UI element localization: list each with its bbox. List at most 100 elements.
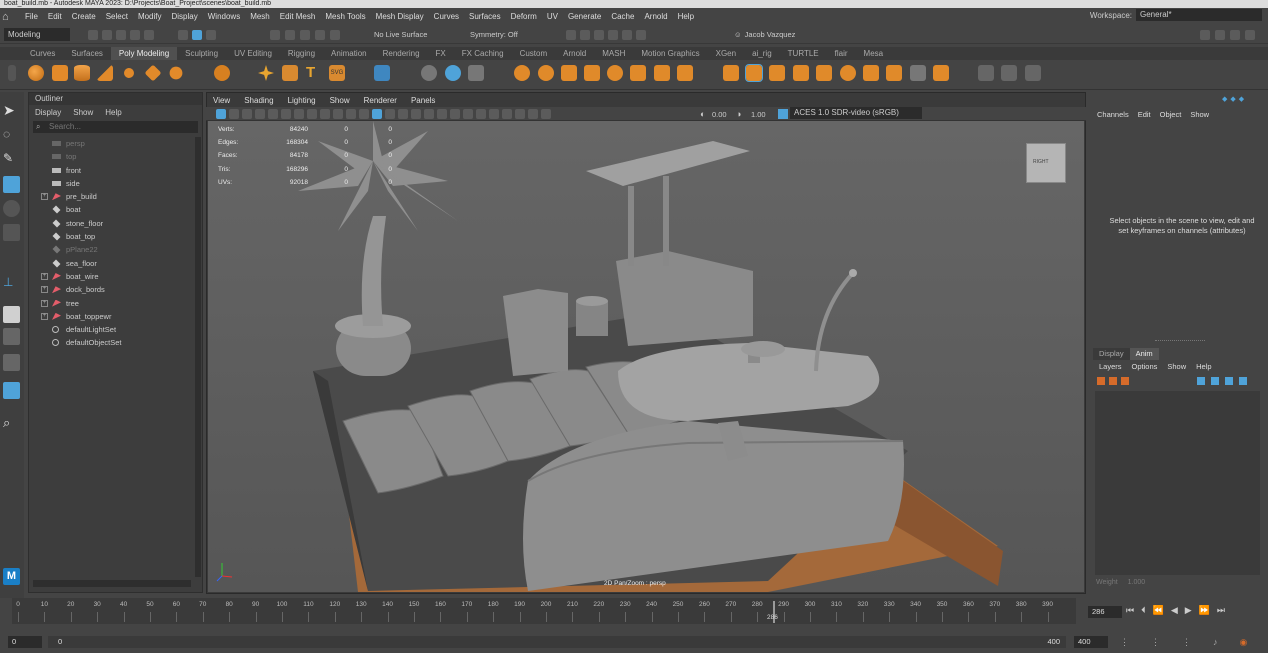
live-surface[interactable]: No Live Surface	[374, 30, 427, 39]
snap-point-icon[interactable]	[300, 30, 310, 40]
hypershade-icon[interactable]	[608, 30, 618, 40]
menu-surfaces[interactable]: Surfaces	[464, 12, 506, 21]
show-menu[interactable]: Show	[1167, 362, 1186, 371]
move-layer-down-icon[interactable]	[1211, 377, 1219, 385]
viewport-menu-lighting[interactable]: Lighting	[281, 96, 323, 105]
outliner-item[interactable]: stone_floor	[29, 217, 202, 230]
poke-icon[interactable]	[933, 65, 949, 81]
shelf-tab-xgen[interactable]: XGen	[708, 47, 744, 60]
render-settings-icon[interactable]	[594, 30, 604, 40]
workspace-selector[interactable]: Workspace: General*	[1090, 9, 1262, 21]
bookmark-icon[interactable]	[242, 109, 252, 119]
shelf-tab-motion-graphics[interactable]: Motion Graphics	[633, 47, 707, 60]
shelf-tab-rendering[interactable]: Rendering	[375, 47, 428, 60]
sculpt-brush-icon[interactable]	[978, 65, 994, 81]
object-mode-icon[interactable]	[192, 30, 202, 40]
move-layer-up-icon[interactable]	[1197, 377, 1205, 385]
expand-icon[interactable]: +	[41, 299, 48, 307]
poly-plane-icon[interactable]	[144, 64, 162, 82]
scene-end-field[interactable]: 400	[1074, 636, 1108, 648]
expand-icon[interactable]: +	[41, 286, 48, 294]
viewport-menu-panels[interactable]: Panels	[404, 96, 442, 105]
outliner-item[interactable]: sea_floor	[29, 257, 202, 270]
modeling-toolkit-tab-icon[interactable]: ◆	[1239, 95, 1244, 103]
gamma-icon[interactable]: ◑	[736, 109, 741, 119]
menu-modify[interactable]: Modify	[133, 12, 167, 21]
loop-icon[interactable]: ⋮	[1151, 637, 1160, 648]
display-layers-tab[interactable]: Display	[1093, 348, 1130, 360]
options-menu[interactable]: Options	[1132, 362, 1158, 371]
xray-active-icon[interactable]	[528, 109, 538, 119]
menu-help[interactable]: Help	[673, 12, 699, 21]
expand-icon[interactable]: +	[41, 312, 48, 320]
single-pane-icon[interactable]	[3, 306, 20, 323]
show-menu[interactable]: Show	[1190, 110, 1209, 119]
outliner-item[interactable]: defaultLightSet	[29, 323, 202, 336]
symmetry-dropdown[interactable]: Symmetry: Off	[470, 30, 518, 39]
snap-surface-icon[interactable]	[330, 30, 340, 40]
mode-dropdown[interactable]: Modeling	[4, 28, 70, 41]
edit-menu[interactable]: Edit	[1138, 110, 1151, 119]
menu-mesh-display[interactable]: Mesh Display	[371, 12, 429, 21]
gate-mask-icon[interactable]	[307, 109, 317, 119]
boolean-difference-icon[interactable]	[607, 65, 623, 81]
shelf-tab-fx-caching[interactable]: FX Caching	[454, 47, 512, 60]
menu-deform[interactable]: Deform	[506, 12, 542, 21]
menu-display[interactable]: Display	[167, 12, 203, 21]
textured-icon[interactable]	[411, 109, 421, 119]
combine-icon[interactable]	[514, 65, 530, 81]
xray-joints-icon[interactable]	[541, 109, 551, 119]
shelf-tab-curves[interactable]: Curves	[22, 47, 63, 60]
outliner-menu-display[interactable]: Display	[35, 108, 61, 117]
film-gate-icon[interactable]	[281, 109, 291, 119]
lights-icon[interactable]	[424, 109, 434, 119]
outliner-item[interactable]: + tree	[29, 297, 202, 310]
shelf-tab-arnold[interactable]: Arnold	[555, 47, 594, 60]
outliner-item[interactable]: front	[29, 164, 202, 177]
home-icon[interactable]: ⌂	[2, 11, 16, 23]
weight-value[interactable]: 1.000	[1128, 579, 1146, 586]
outliner-layout-icon[interactable]	[3, 382, 20, 399]
resolution-gate-icon[interactable]	[294, 109, 304, 119]
object-menu[interactable]: Object	[1160, 110, 1182, 119]
depth-of-field-icon[interactable]	[489, 109, 499, 119]
undo-icon[interactable]	[130, 30, 140, 40]
sculpt-tool-icon[interactable]	[421, 65, 437, 81]
multi-cut-icon[interactable]	[816, 65, 832, 81]
target-weld-icon[interactable]	[840, 65, 856, 81]
toggle-tool-settings-icon[interactable]	[1230, 30, 1240, 40]
outliner-menu-show[interactable]: Show	[73, 108, 93, 117]
outliner-item[interactable]: boat_top	[29, 230, 202, 243]
fill-hole-icon[interactable]	[793, 65, 809, 81]
menu-create[interactable]: Create	[67, 12, 101, 21]
uv-editor-icon[interactable]	[374, 65, 390, 81]
append-icon[interactable]	[769, 65, 785, 81]
menu-edit[interactable]: Edit	[43, 12, 67, 21]
channel-box-tab-icon[interactable]: ◆	[1230, 95, 1235, 103]
snap-grid-icon[interactable]	[270, 30, 280, 40]
svg-tool-icon[interactable]: SVG	[329, 65, 345, 81]
shelf-tab-poly-modeling[interactable]: Poly Modeling	[110, 47, 178, 60]
expand-icon[interactable]: +	[41, 272, 48, 280]
smooth-icon[interactable]	[630, 65, 646, 81]
slide-edge-icon[interactable]	[1001, 65, 1017, 81]
snap-view-icon[interactable]	[315, 30, 325, 40]
viewport-menu-show[interactable]: Show	[323, 96, 357, 105]
toggle-channel-box-icon[interactable]	[1245, 30, 1255, 40]
wireframe-icon[interactable]	[359, 109, 369, 119]
render-frame-icon[interactable]	[566, 30, 576, 40]
shelf-tab-mesa[interactable]: Mesa	[856, 47, 892, 60]
audio-icon[interactable]: ♪	[1213, 637, 1218, 648]
camera-select-icon[interactable]	[216, 109, 226, 119]
panel-splitter[interactable]	[1155, 340, 1205, 341]
timeline-ruler[interactable]: 0 10 20 30 40 50 60 70 80 90 100 110 120 130 140 150 160…	[12, 598, 1076, 624]
3d-viewport[interactable]: RIGHT Verts: 84240 0 0 Edges: 168304 0 0 Faces: 8…	[208, 121, 1084, 592]
shelf-tab-ai_rig[interactable]: ai_rig	[744, 47, 780, 60]
safe-action-icon[interactable]	[333, 109, 343, 119]
shelf-tab-fx[interactable]: FX	[428, 47, 454, 60]
outliner-item[interactable]: persp	[29, 137, 202, 150]
menu-mesh[interactable]: Mesh	[245, 12, 275, 21]
extrude-icon[interactable]	[723, 65, 739, 81]
separate-icon[interactable]	[538, 65, 554, 81]
workspace-value[interactable]: General*	[1136, 9, 1262, 21]
